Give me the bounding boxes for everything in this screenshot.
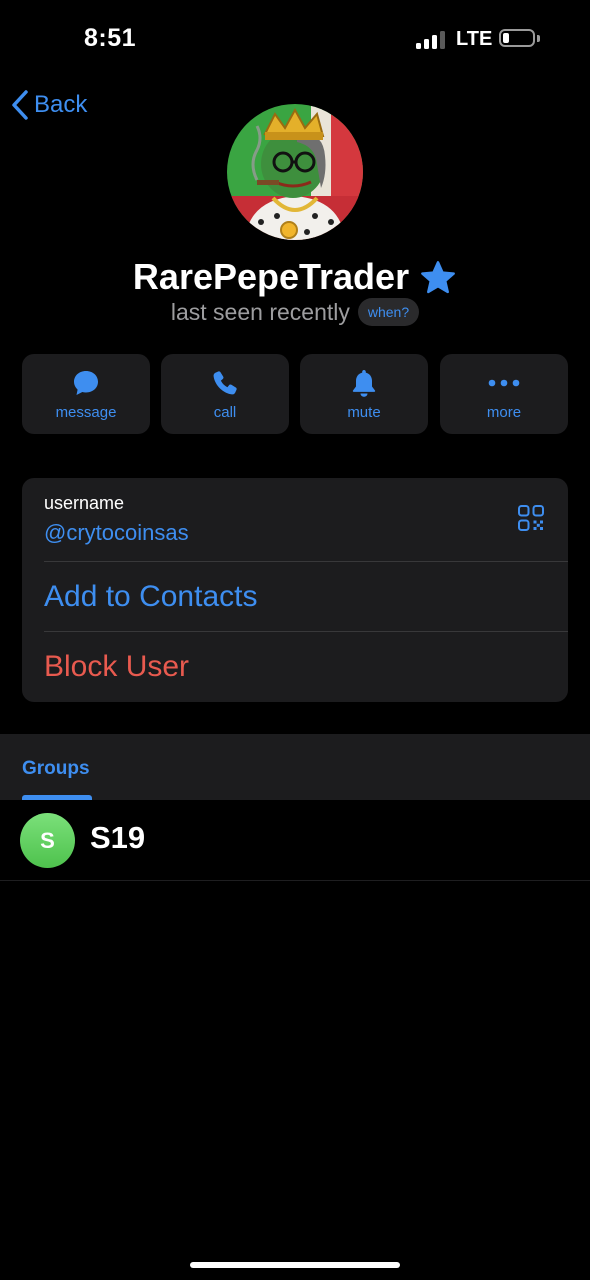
block-user-button[interactable]: Block User [44,650,189,684]
phone-icon [213,371,237,395]
divider [44,561,568,562]
qr-code-icon[interactable] [517,504,545,532]
add-to-contacts-button[interactable]: Add to Contacts [44,580,257,614]
tab-groups[interactable]: Groups [22,758,90,780]
profile-avatar[interactable] [227,104,363,240]
battery-icon [499,29,535,47]
username-value[interactable]: @crytocoinsas [44,520,189,546]
profile-name-row: RarePepeTrader [0,256,590,298]
action-label: mute [347,404,381,421]
username-label: username [44,493,125,513]
group-avatar: S [20,813,75,868]
last-seen-status: last seen recently [170,298,350,325]
bell-icon [352,370,376,397]
media-tab-bar: Groups [0,734,590,800]
status-time: 8:51 [84,24,137,52]
list-item[interactable]: S S19 [0,800,590,881]
mute-button[interactable]: mute [300,354,428,434]
profile-name: RarePepeTrader [132,256,410,297]
chevron-left-icon [12,90,28,120]
more-button[interactable]: more [440,354,568,434]
home-indicator[interactable] [190,1262,400,1268]
signal-strength-icon [416,31,446,49]
group-avatar-initial: S [40,827,55,853]
message-button[interactable]: message [22,354,150,434]
back-button[interactable]: Back [10,88,87,122]
divider [44,631,568,632]
message-bubble-icon [74,371,98,395]
back-label: Back [34,91,88,118]
divider [0,880,590,881]
star-icon[interactable] [419,260,457,296]
info-card: username @crytocoinsas Add to Contacts B… [22,478,568,702]
last-seen-row: last seen recently when? [0,298,590,326]
when-button[interactable]: when? [357,298,420,326]
action-label: message [55,404,117,421]
action-label: call [213,404,237,421]
call-button[interactable]: call [161,354,289,434]
network-type: LTE [456,28,493,50]
group-name: S19 [90,820,146,855]
ellipsis-icon [488,379,520,387]
battery-tip [537,35,540,42]
action-label: more [486,404,522,421]
